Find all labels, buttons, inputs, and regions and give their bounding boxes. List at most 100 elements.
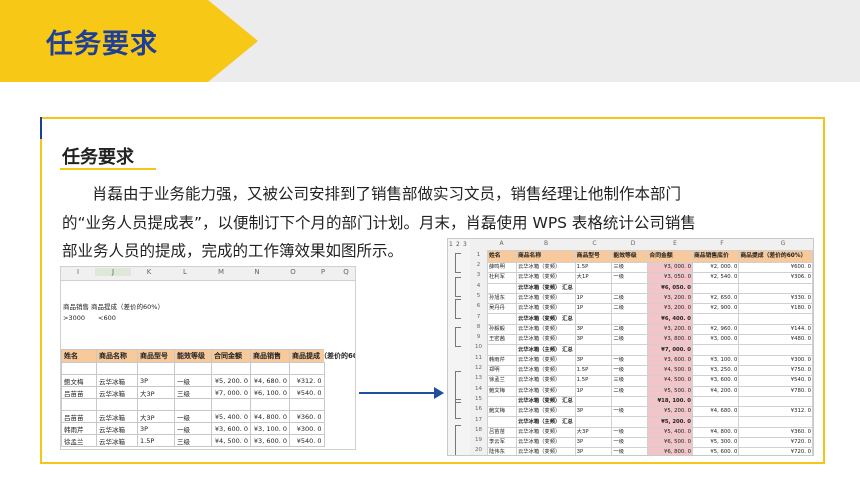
column-title[interactable]: 商品型号 [574,250,613,263]
table-cell[interactable] [611,416,649,428]
table-cell[interactable]: ¥4, 680. 0 [250,374,290,387]
column-title[interactable]: 姓名 [61,349,97,363]
table-cell[interactable]: 大1P [574,272,613,284]
table-cell[interactable]: ¥2, 540. 0 [691,272,740,284]
table-cell[interactable]: ¥540. 0 [738,375,813,387]
source-data-table[interactable]: 姓名商品名称商品型号能效等级合同金额商品销售商品提成（差价的60%） 鲍文梅云华冰… [61,349,355,447]
table-cell[interactable] [738,395,813,408]
table-cell[interactable]: 一级 [611,426,649,439]
outline-group-bracket[interactable] [455,299,461,319]
column-header-g[interactable]: G [747,240,813,247]
table-cell[interactable]: 3P [574,437,613,449]
table-cell[interactable]: ¥2, 900. 0 [691,303,740,315]
table-cell[interactable]: 云华冰箱（变频） 汇总 [515,313,576,325]
table-cell[interactable]: ¥360. 0 [289,410,325,423]
row-number[interactable]: 20 [470,447,487,453]
table-cell[interactable] [691,313,740,325]
table-cell[interactable]: 3P [137,422,175,435]
row-number[interactable]: 8 [470,324,487,330]
table-cell[interactable]: ¥3, 600. 0 [691,375,740,387]
table-cell[interactable]: 一级 [611,272,649,284]
table-cell[interactable] [487,282,517,294]
table-cell[interactable]: ¥3, 250. 0 [691,364,740,377]
row-number[interactable]: 4 [470,283,487,289]
table-cell[interactable]: 二级 [611,323,649,336]
table-cell[interactable]: ¥18, 100. 0 [647,395,693,408]
table-cell[interactable]: 云华冰箱（变频） [515,375,576,387]
table-cell[interactable]: 云华冰箱（变频） [515,292,576,305]
table-cell[interactable]: 二级 [611,334,649,346]
table-cell[interactable] [61,398,97,411]
table-cell[interactable]: ¥3, 100. 0 [691,354,740,366]
table-cell[interactable]: ¥5, 600. 0 [691,447,740,455]
column-title[interactable]: 商品名称 [515,250,576,263]
table-cell[interactable]: 大3P [574,426,613,439]
table-cell[interactable]: ¥3, 800. 0 [647,334,693,346]
column-header-i[interactable]: I [61,268,95,276]
table-cell[interactable]: ¥2, 650. 0 [691,292,740,305]
table-cell[interactable] [61,362,97,375]
table-cell[interactable]: 吴丹丹 [487,303,517,315]
table-cell[interactable]: 3P [574,354,613,366]
table-cell[interactable]: 1.5P [574,261,613,274]
column-title[interactable]: 能效等级 [611,250,649,263]
table-cell[interactable]: 3P [574,406,613,418]
table-cell[interactable]: ¥780. 0 [738,385,813,397]
table-cell[interactable]: ¥3, 600. 0 [211,422,251,435]
spreadsheet-source[interactable]: IJKLMNOPQ 商品销售 商品提成（差价的60%） >3000 <600 姓… [60,266,356,450]
table-cell[interactable]: ¥7, 000. 0 [647,344,693,356]
table-cell[interactable]: ¥750. 0 [738,364,813,377]
table-cell[interactable] [250,398,290,411]
table-cell[interactable]: ¥3, 000. 0 [647,261,693,274]
table-cell[interactable]: ¥2, 000. 0 [691,261,740,274]
table-cell[interactable]: ¥4, 500. 0 [647,364,693,377]
table-cell[interactable]: 云华冰箱（变频） [515,426,576,439]
subtotal-data-table[interactable]: 姓名 商品名称 商品型号 能效等级 合同金额 商品销售底价 商品提成（差价的60%） 薛鸣明云… [487,250,813,455]
column-header-m[interactable]: M [203,268,239,276]
row-number[interactable]: 17 [470,417,487,423]
table-cell[interactable]: 1P [574,303,613,315]
table-cell[interactable]: ¥5, 200. 0 [211,374,251,387]
table-cell[interactable]: 大3P [137,410,175,423]
table-cell[interactable]: ¥6, 500. 0 [647,437,693,449]
column-header-b[interactable]: B [518,240,574,247]
table-cell[interactable] [96,362,138,375]
table-cell[interactable] [174,398,212,411]
table-cell[interactable] [574,416,613,428]
table-cell[interactable]: ¥306. 0 [738,272,813,284]
table-cell[interactable]: ¥180. 0 [738,303,813,315]
table-cell[interactable] [738,313,813,325]
table-cell[interactable]: ¥4, 800. 0 [691,426,740,439]
table-cell[interactable]: ¥360. 0 [738,426,813,439]
table-cell[interactable]: ¥3, 050. 0 [647,272,693,284]
table-cell[interactable]: 云华冰箱 [96,434,138,447]
table-cell[interactable] [611,344,649,356]
table-cell[interactable]: ¥7, 000. 0 [211,386,251,399]
column-header-o[interactable]: O [275,268,311,276]
table-cell[interactable]: ¥3, 600. 0 [647,354,693,366]
table-cell[interactable] [574,282,613,294]
row-number[interactable]: 14 [470,386,487,392]
table-cell[interactable]: ¥720. 0 [738,437,813,449]
spreadsheet-result[interactable]: 123 2 3 4 5 6 7 8 9 10 11 12 13 14 15 16 17 18 19 20 1 ABCD… [447,238,814,456]
table-cell[interactable]: ¥4, 680. 0 [691,406,740,418]
column-header-a[interactable]: A [487,240,516,247]
table-cell[interactable]: 郑明 [487,364,517,377]
table-cell[interactable]: 吕苗苗 [487,426,517,439]
table-cell[interactable]: ¥2, 960. 0 [691,323,740,336]
table-cell[interactable]: ¥540. 0 [289,434,325,447]
table-cell[interactable]: 徐孟兰 [61,434,97,447]
table-cell[interactable]: 鲍文梅 [487,406,517,418]
table-cell[interactable]: ¥540. 0 [289,386,325,399]
table-cell[interactable] [738,282,813,294]
table-cell[interactable]: ¥4, 500. 0 [647,375,693,387]
table-cell[interactable]: ¥312. 0 [738,406,813,418]
row-number[interactable]: 2 [470,262,487,268]
table-cell[interactable]: 云华冰箱（变频） [515,447,576,455]
table-cell[interactable]: 李云军 [487,437,517,449]
row-number[interactable]: 18 [470,427,487,433]
table-cell[interactable] [574,395,613,408]
column-title[interactable]: 商品销售 [250,349,290,363]
table-cell[interactable]: 二级 [611,303,649,315]
table-cell[interactable]: 鲍文梅 [487,385,517,397]
